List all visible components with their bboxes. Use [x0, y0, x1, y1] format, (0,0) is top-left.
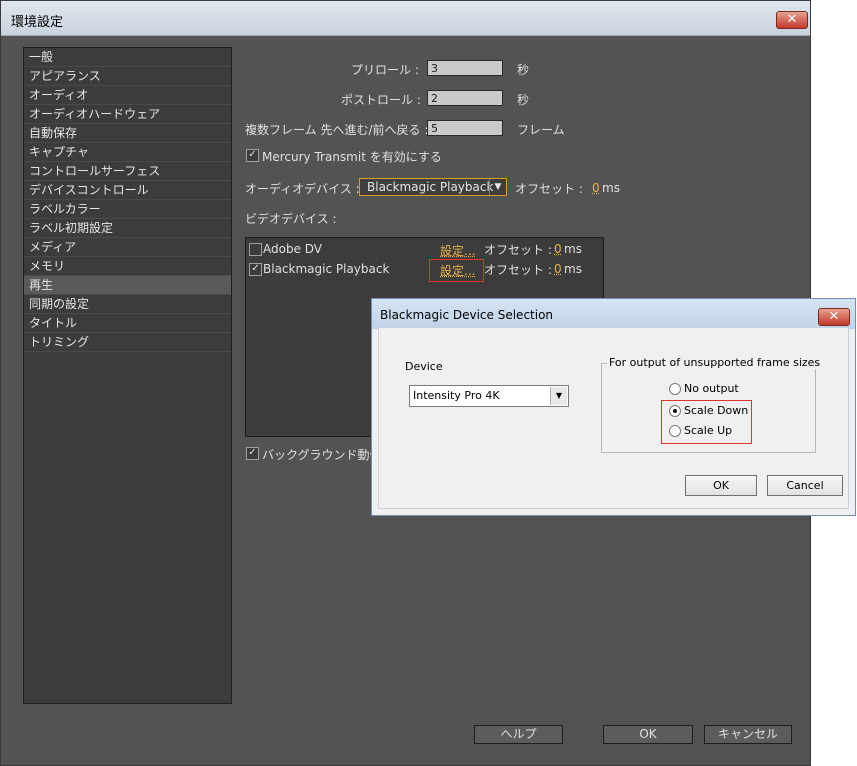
video-device-offset-unit: ms: [564, 242, 582, 256]
no-output-radio[interactable]: [669, 383, 681, 395]
device-select-value: Intensity Pro 4K: [413, 389, 500, 402]
mercury-transmit-checkbox[interactable]: ✓: [246, 149, 259, 162]
step-frames-label: 複数フレーム 先へ進む/前へ戻る :: [245, 123, 429, 137]
cancel-button[interactable]: キャンセル: [704, 725, 792, 744]
audio-offset-label: オフセット :: [515, 182, 583, 196]
preferences-titlebar: 環境設定 ✕: [1, 1, 810, 36]
audio-offset-unit: ms: [602, 181, 620, 195]
sidebar-item-label-defaults[interactable]: ラベル初期設定: [24, 219, 231, 238]
video-device-name: Adobe DV: [263, 242, 323, 256]
sidebar-item-trim[interactable]: トリミング: [24, 333, 231, 352]
audio-device-dropdown[interactable]: Blackmagic Playback ▼: [359, 178, 507, 196]
sidebar-item-titler[interactable]: タイトル: [24, 314, 231, 333]
sidebar-item-playback[interactable]: 再生: [24, 276, 231, 295]
dialog-title: Blackmagic Device Selection: [380, 308, 554, 322]
device-select[interactable]: Intensity Pro 4K ▼: [409, 385, 569, 407]
dialog-body: Device Intensity Pro 4K ▼ For output of …: [378, 327, 849, 509]
window-title: 環境設定: [11, 15, 64, 30]
audio-device-label: オーディオデバイス :: [245, 182, 360, 196]
chevron-down-icon: ▼: [550, 387, 567, 405]
no-output-label: No output: [684, 382, 739, 395]
device-label: Device: [405, 360, 443, 373]
sidebar-item-device-control[interactable]: デバイスコントロール: [24, 181, 231, 200]
ok-button[interactable]: OK: [603, 725, 693, 744]
video-device-label: ビデオデバイス :: [245, 212, 337, 226]
video-device-offset-value[interactable]: 0: [554, 262, 562, 276]
sidebar-item-auto-save[interactable]: 自動保存: [24, 124, 231, 143]
sidebar-item-media[interactable]: メディア: [24, 238, 231, 257]
sidebar-item-audio[interactable]: オーディオ: [24, 86, 231, 105]
video-device-checkbox-blackmagic[interactable]: ✓: [249, 263, 262, 276]
blackmagic-device-dialog: Blackmagic Device Selection ✕ Device Int…: [371, 298, 856, 516]
sidebar-item-control-surface[interactable]: コントロールサーフェス: [24, 162, 231, 181]
step-frames-input[interactable]: 5: [427, 120, 503, 136]
dialog-titlebar: Blackmagic Device Selection ✕: [372, 299, 855, 329]
dialog-close-button[interactable]: ✕: [818, 308, 850, 326]
sidebar-item-sync-settings[interactable]: 同期の設定: [24, 295, 231, 314]
sidebar-item-label-colors[interactable]: ラベルカラー: [24, 200, 231, 219]
sidebar-item-capture[interactable]: キャプチャ: [24, 143, 231, 162]
background-playback-checkbox[interactable]: ✓: [246, 447, 259, 460]
window-close-button[interactable]: ✕: [776, 11, 808, 29]
audio-offset-value[interactable]: 0: [592, 181, 600, 195]
video-device-offset-value[interactable]: 0: [554, 242, 562, 256]
dialog-ok-button[interactable]: OK: [685, 475, 757, 496]
mercury-transmit-label: Mercury Transmit を有効にする: [262, 150, 442, 164]
postroll-unit: 秒: [517, 93, 530, 107]
preroll-input[interactable]: 3: [427, 60, 503, 76]
video-device-offset-label: オフセット :: [484, 263, 552, 277]
sidebar-item-audio-hardware[interactable]: オーディオハードウェア: [24, 105, 231, 124]
preferences-sidebar: 一般 アピアランス オーディオ オーディオハードウェア 自動保存 キャプチャ コ…: [23, 47, 232, 704]
frame-size-group-title: For output of unsupported frame sizes: [607, 356, 823, 369]
help-button[interactable]: ヘルプ: [474, 725, 563, 744]
sidebar-item-memory[interactable]: メモリ: [24, 257, 231, 276]
postroll-input[interactable]: 2: [427, 90, 503, 106]
video-device-checkbox-adobe-dv[interactable]: [249, 243, 262, 256]
audio-device-value: Blackmagic Playback: [367, 180, 494, 194]
sidebar-item-general[interactable]: 一般: [24, 48, 231, 67]
frame-size-group: For output of unsupported frame sizes No…: [601, 356, 823, 453]
postroll-label: ポストロール :: [341, 93, 421, 107]
video-device-offset-unit: ms: [564, 262, 582, 276]
preroll-unit: 秒: [517, 63, 530, 77]
step-frames-unit: フレーム: [517, 123, 565, 137]
settings-highlight-box: [429, 259, 484, 282]
preroll-label: プリロール :: [351, 63, 419, 77]
chevron-down-icon: ▼: [489, 179, 506, 195]
scale-options-highlight-box: [661, 400, 752, 444]
sidebar-item-appearance[interactable]: アピアランス: [24, 67, 231, 86]
background-playback-label: バックグラウンド動作: [262, 448, 382, 462]
video-device-offset-label: オフセット :: [484, 243, 552, 257]
video-device-settings-link[interactable]: 設定...: [440, 242, 475, 259]
dialog-cancel-button[interactable]: Cancel: [767, 475, 843, 496]
video-device-name: Blackmagic Playback: [263, 262, 390, 276]
